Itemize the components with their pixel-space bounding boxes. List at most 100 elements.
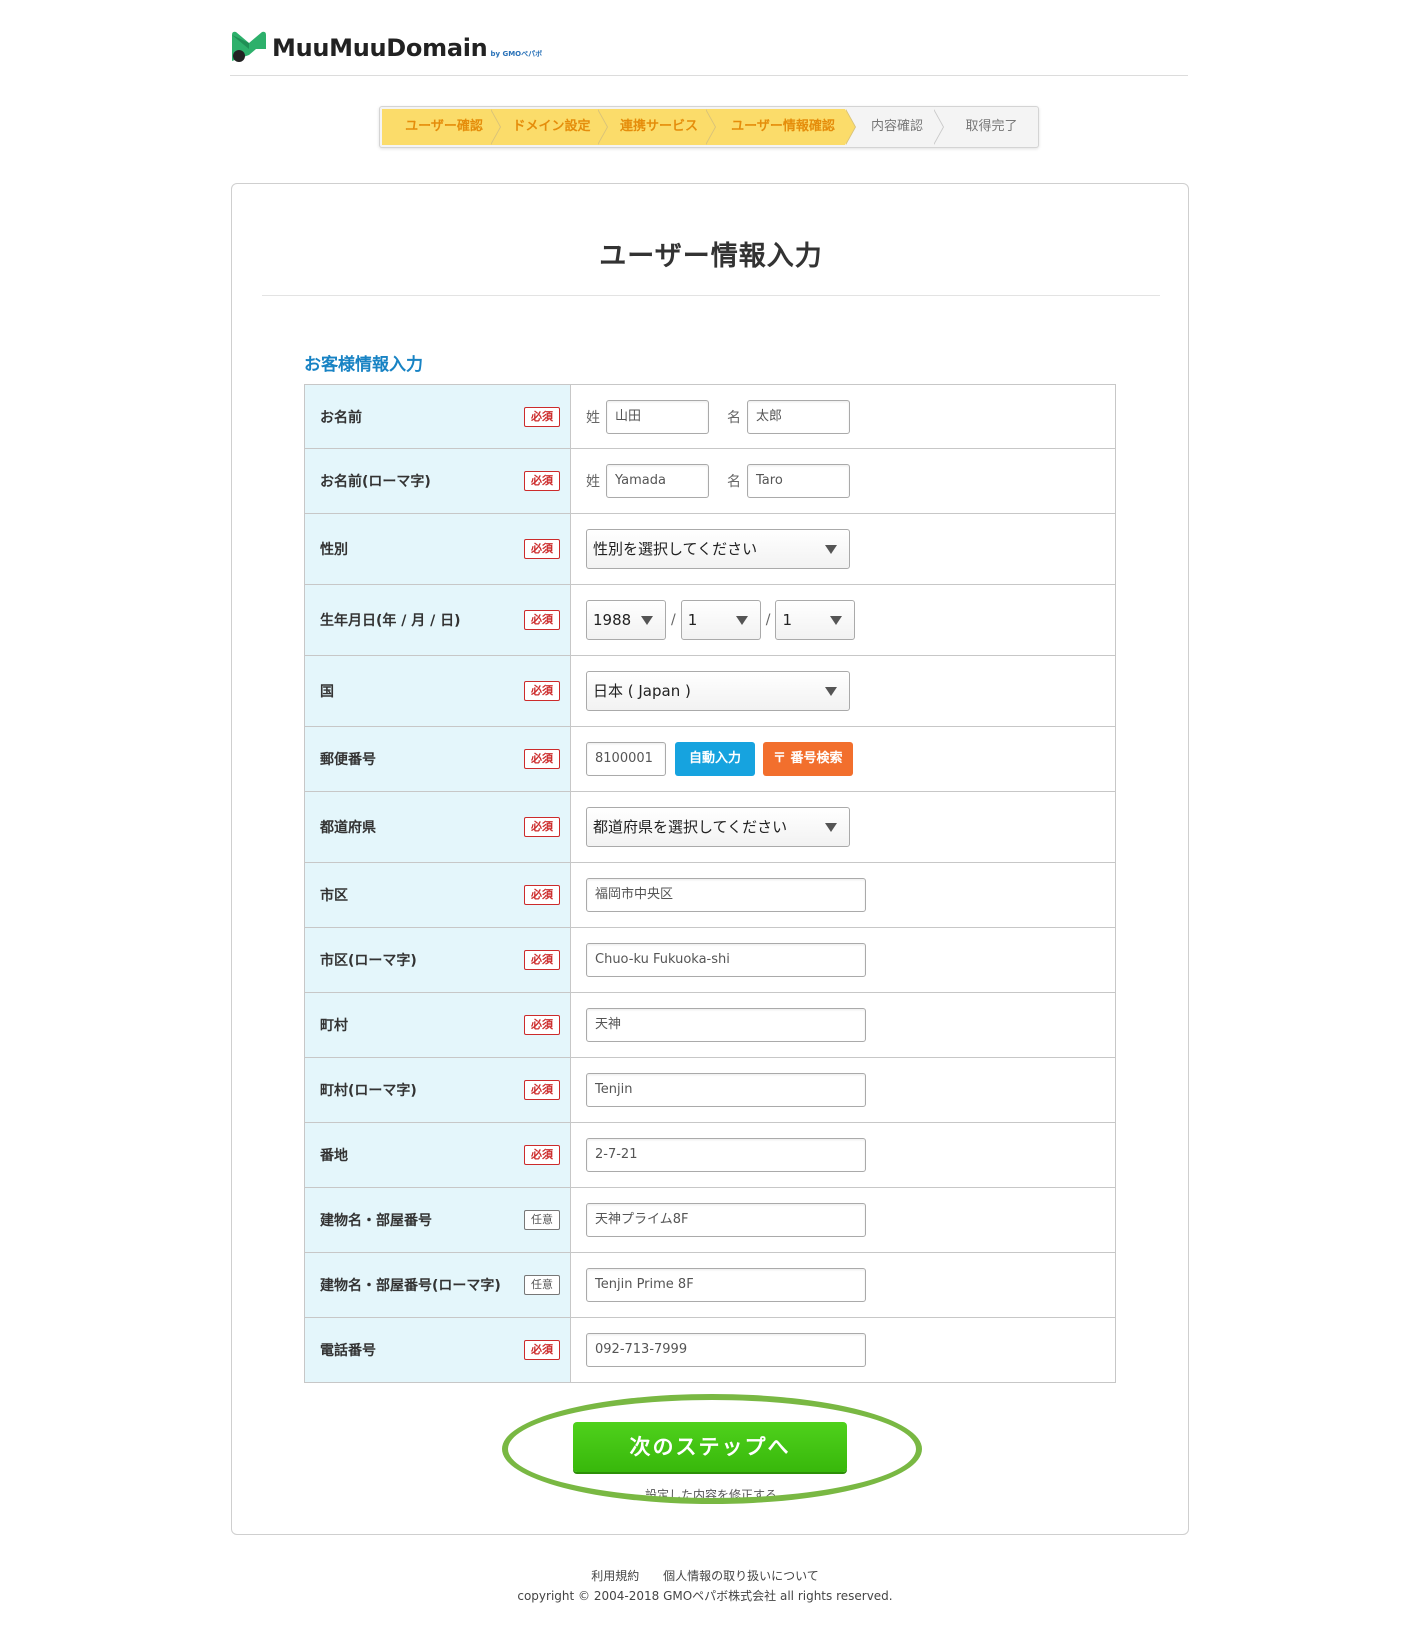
step-linked-service: 連携サービス [597, 109, 716, 145]
field-label: 性別 [320, 542, 348, 558]
form-row-postal: 郵便番号 必須 8100001 自動入力 〒 番号検索 [305, 727, 1115, 792]
required-badge: 必須 [524, 1080, 560, 1100]
first-name-input[interactable]: 太郎 [747, 399, 850, 434]
field-cell: 1988 / 1 / 1 [571, 585, 1115, 655]
copyright: copyright © 2004-2018 GMOペパボ株式会社 all rig… [517, 1589, 893, 1603]
auto-fill-button[interactable]: 自動入力 [675, 742, 756, 776]
form-row-birthdate: 生年月日(年 / 月 / 日) 必須 1988 / 1 / 1 [305, 585, 1115, 656]
city-roman-input[interactable]: Chuo-ku Fukuoka-shi [586, 943, 866, 977]
label-cell: 市区 必須 [305, 863, 571, 927]
required-badge: 必須 [524, 950, 560, 970]
country-select[interactable]: 日本 ( Japan ) [586, 671, 850, 711]
dropdown-arrow-icon [641, 616, 653, 625]
date-separator: / [765, 612, 771, 628]
field-cell: 2-7-21 [571, 1123, 1115, 1187]
field-label: 町村(ローマ字) [320, 1083, 417, 1099]
page-title: ユーザー情報入力 [599, 241, 823, 272]
form-row-town-roman: 町村(ローマ字) 必須 Tenjin [305, 1058, 1115, 1123]
label-cell: お名前 必須 [305, 385, 571, 448]
gender-selected: 性別を選択してください [593, 540, 758, 558]
first-name-roman-prefix: 名 [727, 474, 741, 490]
label-cell: 性別 必須 [305, 514, 571, 584]
birth-month-value: 1 [687, 611, 698, 629]
field-cell: 都道府県を選択してください [571, 792, 1115, 862]
last-name-roman-input[interactable]: Yamada [606, 464, 709, 498]
field-cell: 性別を選択してください [571, 514, 1115, 584]
muumuu-logo-icon [232, 31, 266, 62]
step-complete: 取得完了 [933, 109, 1034, 145]
brand-by: by GMOペパボ [490, 50, 543, 58]
town-roman-input[interactable]: Tenjin [586, 1073, 866, 1107]
title-divider [262, 295, 1160, 296]
label-cell: 電話番号 必須 [305, 1318, 571, 1382]
field-label: 郵便番号 [320, 752, 376, 768]
country-selected: 日本 ( Japan ) [593, 682, 691, 700]
required-badge: 必須 [524, 610, 560, 630]
dropdown-arrow-icon [825, 687, 837, 696]
birth-year-select[interactable]: 1988 [586, 600, 666, 640]
field-label: 建物名・部屋番号 [320, 1213, 432, 1229]
required-badge: 必須 [524, 1340, 560, 1360]
town-input[interactable]: 天神 [586, 1008, 866, 1042]
field-cell: Chuo-ku Fukuoka-shi [571, 928, 1115, 992]
last-name-input[interactable]: 山田 [606, 399, 709, 434]
required-badge: 必須 [524, 539, 560, 559]
field-label: 町村 [320, 1018, 348, 1034]
phone-input[interactable]: 092-713-7999 [586, 1333, 866, 1367]
building-roman-input[interactable]: Tenjin Prime 8F [586, 1268, 866, 1302]
privacy-link[interactable]: 個人情報の取り扱いについて [663, 1569, 819, 1583]
step-label: ドメイン設定 [512, 119, 591, 134]
site-logo[interactable]: MuuMuuDomain by GMOペパボ [230, 29, 542, 63]
required-badge: 必須 [524, 749, 560, 769]
label-cell: お名前(ローマ字) 必須 [305, 449, 571, 513]
postal-code-input[interactable]: 8100001 [586, 742, 666, 776]
form-row-name-roman: お名前(ローマ字) 必須 姓 Yamada 名 Taro [305, 449, 1115, 514]
label-cell: 郵便番号 必須 [305, 727, 571, 791]
field-cell: 日本 ( Japan ) [571, 656, 1115, 726]
form-row-name: お名前 必須 姓 山田 名 太郎 [305, 385, 1115, 449]
field-cell: 8100001 自動入力 〒 番号検索 [571, 727, 1115, 791]
city-input[interactable]: 福岡市中央区 [586, 878, 866, 912]
dropdown-arrow-icon [830, 616, 843, 625]
form-row-city: 市区 必須 福岡市中央区 [305, 863, 1115, 928]
step-label: 取得完了 [965, 119, 1018, 134]
field-label: お名前(ローマ字) [320, 474, 431, 490]
label-cell: 建物名・部屋番号 任意 [305, 1188, 571, 1252]
brand-name: MuuMuuDomain [272, 34, 488, 62]
last-name-roman-prefix: 姓 [586, 474, 600, 490]
section-title: お客様情報入力 [304, 355, 423, 375]
field-label: 市区(ローマ字) [320, 953, 417, 969]
first-name-roman-input[interactable]: Taro [747, 464, 850, 498]
step-domain-setting: ドメイン設定 [490, 109, 608, 145]
form-row-phone: 電話番号 必須 092-713-7999 [305, 1318, 1115, 1383]
terms-link[interactable]: 利用規約 [591, 1569, 639, 1583]
optional-badge: 任意 [524, 1210, 560, 1230]
birth-day-select[interactable]: 1 [775, 600, 856, 640]
form-row-street: 番地 必須 2-7-21 [305, 1123, 1115, 1188]
dropdown-arrow-icon [825, 823, 837, 832]
form-row-town: 町村 必須 天神 [305, 993, 1115, 1058]
highlight-ring [502, 1394, 922, 1504]
customer-info-form: お名前 必須 姓 山田 名 太郎 お名前(ローマ字) 必須 姓 Yamada 名… [304, 384, 1116, 1383]
street-input[interactable]: 2-7-21 [586, 1138, 866, 1172]
required-badge: 必須 [524, 1145, 560, 1165]
building-input[interactable]: 天神プライム8F [586, 1203, 866, 1237]
date-separator: / [671, 612, 676, 628]
first-name-prefix: 名 [727, 409, 741, 426]
prefecture-select[interactable]: 都道府県を選択してください [586, 807, 850, 847]
form-row-building: 建物名・部屋番号 任意 天神プライム8F [305, 1188, 1115, 1253]
postal-search-button[interactable]: 〒 番号検索 [763, 742, 853, 776]
birth-day-value: 1 [782, 611, 792, 629]
required-badge: 必須 [524, 817, 560, 837]
field-cell: 福岡市中央区 [571, 863, 1115, 927]
required-badge: 必須 [524, 471, 560, 491]
gender-select[interactable]: 性別を選択してください [586, 529, 850, 569]
step-content-check: 内容確認 [845, 109, 944, 145]
label-cell: 町村(ローマ字) 必須 [305, 1058, 571, 1122]
form-row-city-roman: 市区(ローマ字) 必須 Chuo-ku Fukuoka-shi [305, 928, 1115, 993]
required-badge: 必須 [524, 885, 560, 905]
field-cell: Tenjin [571, 1058, 1115, 1122]
birth-month-select[interactable]: 1 [680, 600, 761, 640]
prefecture-selected: 都道府県を選択してください [593, 818, 788, 836]
step-user-info-current: ユーザー情報確認 [705, 109, 856, 145]
